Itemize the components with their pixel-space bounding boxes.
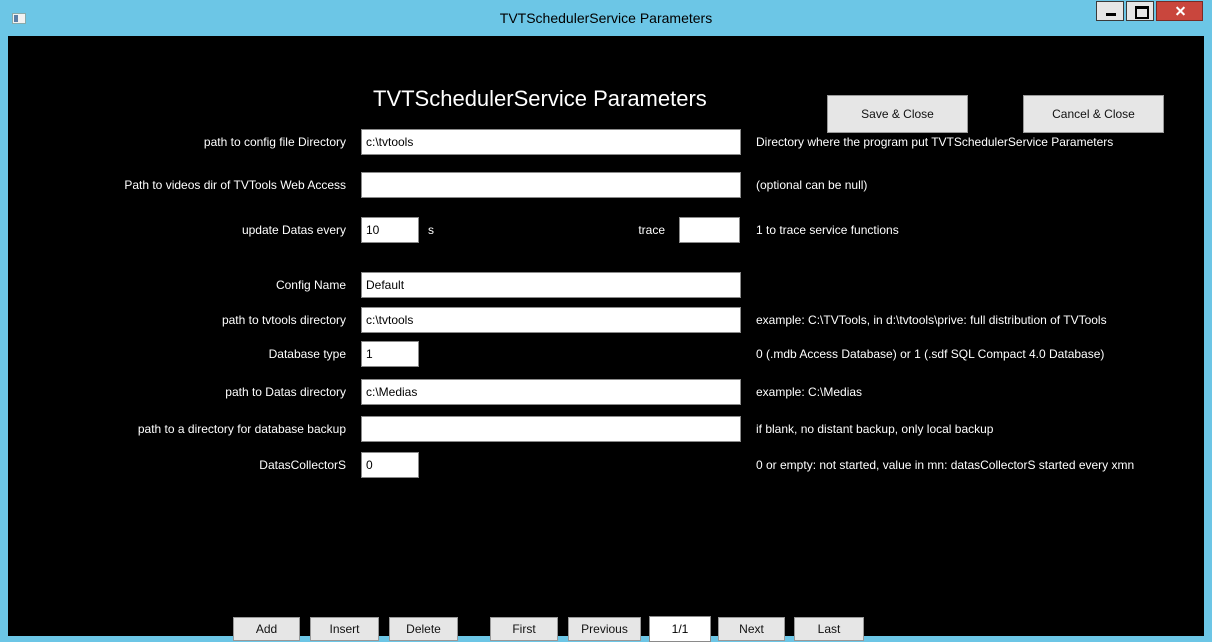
maximize-button[interactable]	[1126, 1, 1154, 21]
minimize-button[interactable]	[1096, 1, 1124, 21]
update-datas-input[interactable]: 10	[361, 217, 419, 243]
insert-button[interactable]: Insert	[310, 617, 379, 641]
trace-description: 1 to trace service functions	[756, 223, 899, 237]
database-type-label: Database type	[268, 347, 346, 361]
update-datas-label: update Datas every	[241, 223, 346, 237]
videos-dir-input[interactable]	[361, 172, 741, 198]
config-name-label: Config Name	[275, 278, 346, 292]
datas-dir-label: path to Datas directory	[225, 385, 346, 399]
next-button[interactable]: Next	[718, 617, 785, 641]
cancel-close-button[interactable]: Cancel & Close	[1023, 95, 1164, 133]
window-title: TVTSchedulerService Parameters	[499, 10, 713, 26]
config-dir-description: Directory where the program put TVTSched…	[756, 135, 1114, 149]
backup-dir-input[interactable]	[361, 416, 741, 442]
window-client-area: TVTSchedulerService Parameters Save & Cl…	[8, 36, 1204, 642]
tvtools-dir-label: path to tvtools directory	[221, 313, 346, 327]
delete-button[interactable]: Delete	[389, 617, 458, 641]
first-button[interactable]: First	[490, 617, 558, 641]
videos-dir-description: (optional can be null)	[756, 178, 868, 192]
videos-dir-label: Path to videos dir of TVTools Web Access	[124, 178, 346, 192]
backup-dir-label: path to a directory for database backup	[137, 422, 346, 436]
datas-collector-description: 0 or empty: not started, value in mn: da…	[756, 458, 1135, 472]
tvtools-dir-description: example: C:\TVTools, in d:\tvtools\prive…	[756, 313, 1107, 327]
trace-input[interactable]	[679, 217, 740, 243]
last-button[interactable]: Last	[794, 617, 864, 641]
update-datas-unit: s	[428, 223, 434, 237]
add-button[interactable]: Add	[233, 617, 300, 641]
backup-dir-description: if blank, no distant backup, only local …	[756, 422, 994, 436]
title-bar: TVTSchedulerService Parameters	[0, 0, 1212, 36]
config-name-input[interactable]: Default	[361, 272, 741, 298]
datas-dir-description: example: C:\Medias	[756, 385, 863, 399]
page-indicator: 1/1	[649, 616, 711, 642]
tvtools-dir-input[interactable]: c:\tvtools	[361, 307, 741, 333]
datas-collector-label: DatasCollectorS	[259, 458, 346, 472]
config-dir-input[interactable]: c:\tvtools	[361, 129, 741, 155]
close-button[interactable]	[1156, 1, 1203, 21]
page-title: TVTSchedulerService Parameters	[373, 86, 707, 111]
trace-label: trace	[638, 223, 665, 237]
save-close-button[interactable]: Save & Close	[827, 95, 968, 133]
datas-dir-input[interactable]: c:\Medias	[361, 379, 741, 405]
datas-collector-input[interactable]: 0	[361, 452, 419, 478]
config-dir-label: path to config file Directory	[203, 135, 346, 149]
database-type-description: 0 (.mdb Access Database) or 1 (.sdf SQL …	[756, 347, 1105, 361]
previous-button[interactable]: Previous	[568, 617, 641, 641]
database-type-input[interactable]: 1	[361, 341, 419, 367]
